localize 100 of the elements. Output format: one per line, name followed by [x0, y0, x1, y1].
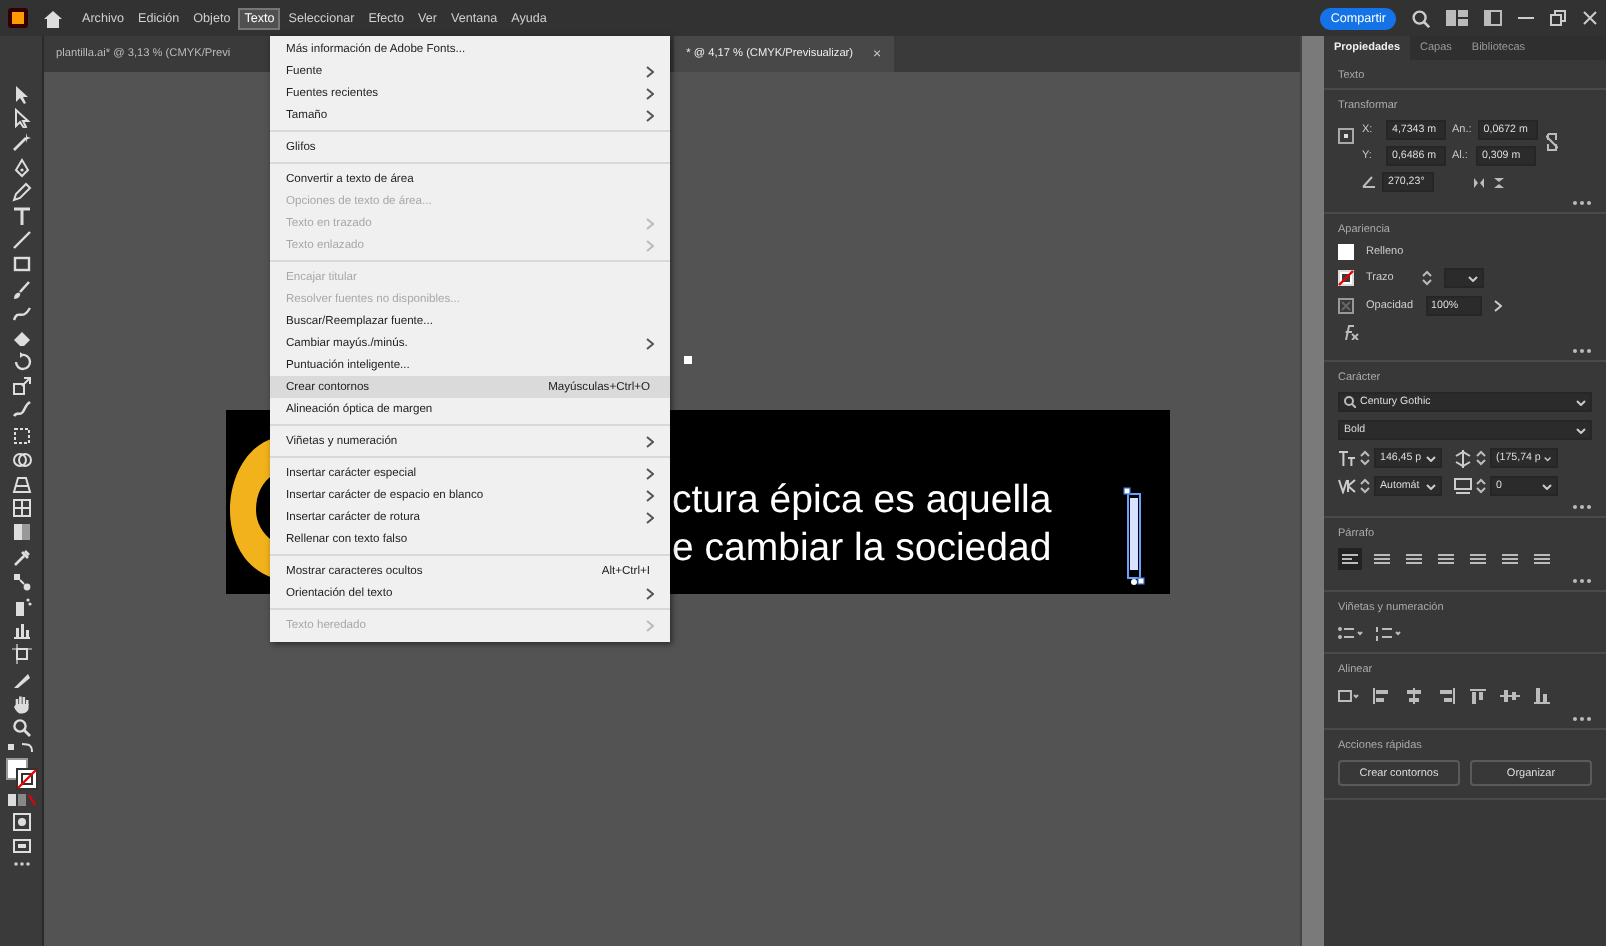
workspace-icon[interactable] — [1446, 10, 1468, 26]
dropdown-caret-icon — [1544, 455, 1552, 461]
align-bottom-icon[interactable] — [1532, 688, 1552, 704]
shaper-icon[interactable] — [11, 303, 31, 324]
arc-shape-drawing — [230, 438, 274, 578]
flip-vertical-icon[interactable] — [1492, 175, 1506, 189]
align-lines-icon — [1502, 553, 1518, 565]
canvas-text-line: ctura épica es aquella — [672, 476, 1052, 524]
selected-text-box-drawing — [1122, 486, 1146, 586]
perspective-icon[interactable] — [11, 474, 31, 494]
more-icon[interactable] — [11, 860, 31, 868]
kerning-icon — [1338, 478, 1356, 494]
text-align-button[interactable] — [1434, 548, 1458, 570]
dropdown-caret-icon — [1468, 275, 1478, 281]
align-center-icon[interactable] — [1404, 688, 1424, 704]
reference-point-icon[interactable] — [1338, 128, 1354, 144]
free-transform-icon[interactable] — [11, 425, 31, 446]
slice-icon[interactable] — [11, 669, 31, 689]
stroke-swatch-icon[interactable] — [1338, 270, 1354, 286]
align-lines-icon — [1374, 553, 1390, 565]
canvas-text-line: e cambiar la sociedad — [672, 524, 1052, 572]
app-logo-icon — [8, 8, 28, 28]
bar-graph-icon[interactable] — [11, 620, 31, 641]
blend-icon[interactable] — [11, 571, 31, 592]
align-lines-icon — [1534, 553, 1550, 565]
text-align-button[interactable] — [1370, 548, 1394, 570]
font-size-icon — [1338, 450, 1356, 466]
search-icon[interactable] — [1412, 9, 1430, 27]
flip-icon[interactable] — [1472, 175, 1486, 189]
brush-icon[interactable] — [11, 279, 31, 299]
hand-icon[interactable] — [11, 693, 31, 714]
scrollbar[interactable] — [1300, 36, 1324, 946]
text-align-button[interactable] — [1402, 548, 1426, 570]
more-options-icon[interactable] — [1572, 348, 1592, 354]
wand-icon[interactable] — [11, 132, 31, 153]
home-icon[interactable] — [44, 9, 62, 27]
align-lines-icon — [1342, 553, 1358, 565]
more-options-icon[interactable] — [1572, 504, 1592, 510]
more-options-icon[interactable] — [1572, 716, 1592, 722]
zoom-icon[interactable] — [11, 717, 31, 738]
rotate-icon[interactable] — [11, 352, 31, 373]
dropdown-caret-icon — [1576, 427, 1586, 433]
dropdown-caret-icon — [1426, 455, 1436, 461]
angle-icon — [1362, 176, 1376, 188]
selection-handle[interactable] — [684, 356, 692, 364]
arrow-icon[interactable] — [11, 108, 31, 129]
fill-stroke-swatches-drawing[interactable] — [5, 758, 37, 791]
screen-mode-icon[interactable] — [11, 835, 31, 856]
stepper-icon[interactable] — [1476, 478, 1486, 494]
search-icon — [1344, 396, 1356, 408]
swap-colors-icon[interactable] — [7, 742, 35, 755]
color-mode-icon[interactable] — [7, 794, 35, 807]
warp-icon[interactable] — [11, 400, 31, 421]
numbered-list-icon[interactable] — [1376, 626, 1402, 642]
symbol-sprayer-icon[interactable] — [11, 595, 31, 616]
align-lines-icon — [1438, 553, 1454, 565]
pencil-icon[interactable] — [11, 181, 31, 202]
chevron-right-icon[interactable] — [1493, 300, 1502, 312]
more-options-icon[interactable] — [1572, 578, 1592, 584]
stepper-icon[interactable] — [1360, 450, 1370, 466]
more-options-icon[interactable] — [1572, 200, 1592, 206]
draw-mode-icon[interactable] — [11, 811, 31, 832]
bullet-list-icon[interactable] — [1338, 626, 1364, 642]
align-middle-icon[interactable] — [1500, 688, 1520, 704]
effects-icon[interactable] — [1342, 324, 1360, 340]
constrain-link-icon[interactable] — [1545, 132, 1558, 152]
line-icon[interactable] — [11, 230, 31, 251]
opacity-icon[interactable] — [1338, 298, 1354, 314]
gradient-icon[interactable] — [11, 522, 31, 543]
pen-icon[interactable] — [11, 157, 31, 178]
mesh-icon[interactable] — [11, 498, 31, 519]
dropdown-caret-icon — [1426, 483, 1436, 489]
align-lines-icon — [1470, 553, 1486, 565]
align-left-icon[interactable] — [1372, 688, 1392, 704]
align-top-icon[interactable] — [1468, 688, 1488, 704]
arrow-icon[interactable] — [11, 84, 31, 104]
type-icon[interactable] — [11, 205, 31, 226]
leading-icon — [1454, 449, 1472, 467]
stroke-weight-field[interactable] — [1444, 268, 1484, 288]
text-align-button[interactable] — [1530, 548, 1554, 570]
align-to-icon[interactable] — [1338, 688, 1360, 704]
artboard-icon[interactable] — [11, 644, 31, 665]
scale-icon[interactable] — [11, 376, 31, 397]
tracking-icon — [1454, 478, 1472, 494]
align-right-icon[interactable] — [1436, 688, 1456, 704]
eyedropper-icon[interactable] — [11, 547, 31, 568]
restore-icon[interactable] — [1550, 10, 1566, 26]
fill-swatch-icon[interactable] — [1338, 244, 1354, 260]
stepper-icon[interactable] — [1360, 478, 1370, 494]
shape-builder-icon[interactable] — [11, 449, 31, 470]
stepper-icon[interactable] — [1476, 450, 1486, 466]
text-align-button[interactable] — [1466, 548, 1490, 570]
text-align-button[interactable] — [1338, 548, 1362, 570]
panel-toggle-icon[interactable] — [1484, 10, 1502, 26]
text-align-button[interactable] — [1498, 548, 1522, 570]
dropdown-caret-icon — [1576, 399, 1586, 405]
close-icon[interactable] — [1582, 10, 1598, 26]
rectangle-icon[interactable] — [11, 254, 31, 275]
eraser-icon[interactable] — [11, 327, 31, 348]
stepper-icon[interactable] — [1422, 270, 1432, 286]
